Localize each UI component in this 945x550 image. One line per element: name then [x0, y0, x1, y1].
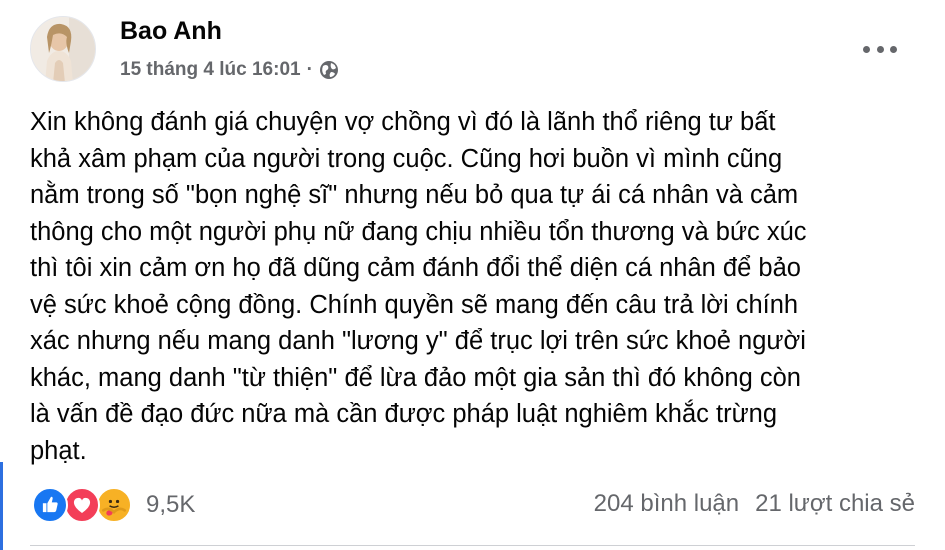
facebook-post: Bao Anh 15 tháng 4 lúc 16:01 · Xin không…: [0, 0, 945, 550]
shares-count[interactable]: 21 lượt chia sẻ: [755, 490, 915, 518]
divider: [30, 545, 915, 546]
post-timestamp[interactable]: 15 tháng 4 lúc 16:01: [120, 59, 301, 81]
post-stats: 204 bình luận 21 lượt chia sẻ: [594, 490, 915, 518]
reaction-summary[interactable]: 9,5K: [32, 485, 195, 525]
post-body-text: Xin không đánh giá chuyện vợ chồng vì đó…: [30, 108, 807, 465]
reaction-count[interactable]: 9,5K: [146, 491, 195, 519]
focus-accent-bar: [0, 462, 3, 550]
post-header: Bao Anh 15 tháng 4 lúc 16:01 ·: [30, 14, 915, 90]
post-meta: 15 tháng 4 lúc 16:01 ·: [120, 59, 339, 81]
love-icon: [64, 487, 100, 523]
more-horizontal-icon[interactable]: [863, 42, 897, 56]
avatar-photo: [31, 17, 95, 81]
like-icon: [32, 487, 68, 523]
care-icon: [96, 487, 132, 523]
meta-separator: ·: [306, 59, 313, 80]
comments-count[interactable]: 204 bình luận: [594, 490, 739, 518]
globe-icon[interactable]: [319, 60, 339, 80]
reaction-icons: [32, 485, 136, 525]
avatar[interactable]: [30, 16, 96, 82]
author-name[interactable]: Bao Anh: [120, 17, 222, 46]
